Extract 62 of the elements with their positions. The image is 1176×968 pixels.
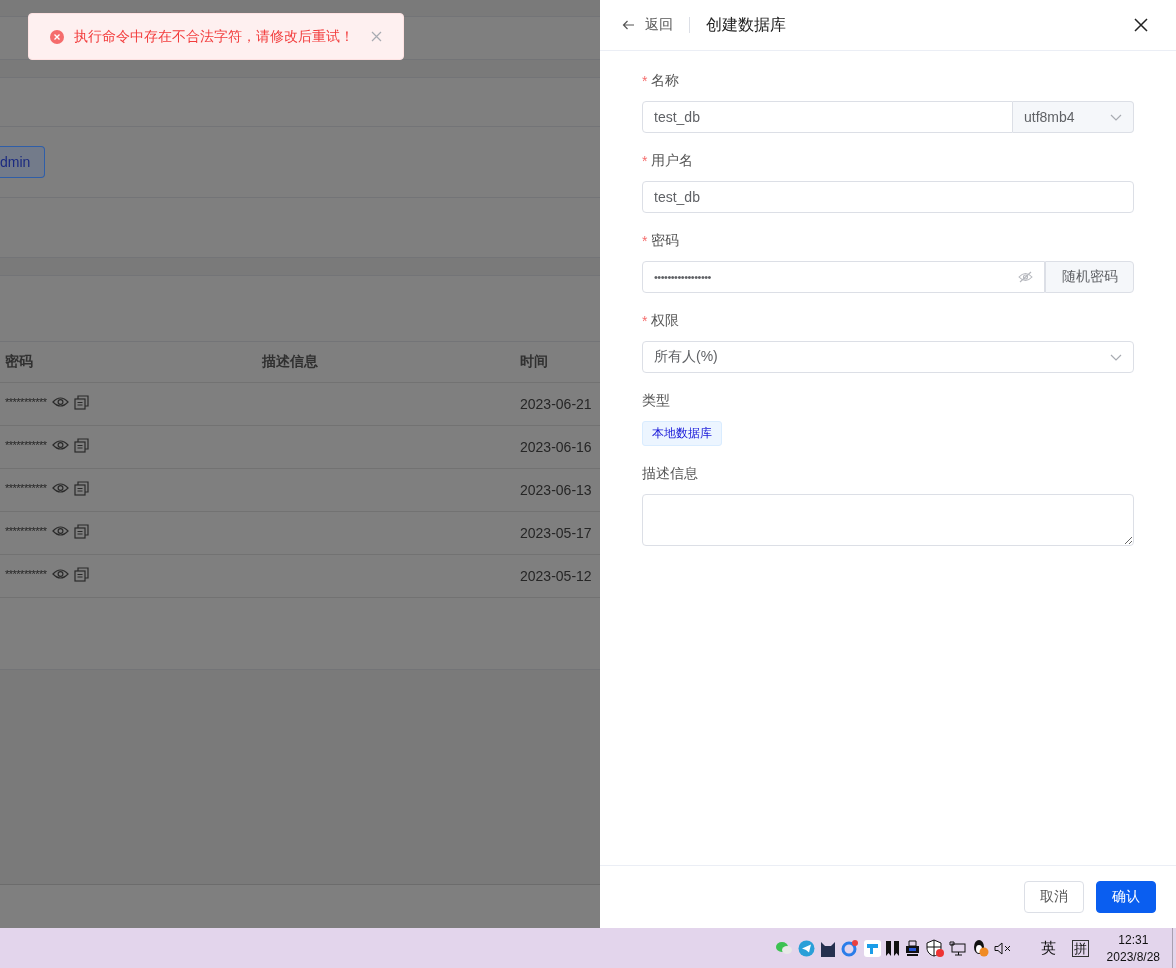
table-cell: *********** (5, 439, 47, 451)
required-mark: * (642, 313, 648, 329)
required-mark: * (642, 233, 648, 249)
table-cell: *********** (5, 396, 47, 408)
confirm-button[interactable]: 确认 (1096, 881, 1156, 913)
permission-select[interactable]: 所有人(%) (642, 341, 1134, 373)
monitor-icon[interactable] (948, 940, 966, 956)
shield-icon[interactable] (925, 939, 944, 957)
language-indicator[interactable]: 英 (1040, 938, 1056, 958)
copy-icon[interactable] (73, 566, 89, 582)
input-mode-indicator[interactable]: 拼 (1071, 939, 1089, 957)
field-label: 描述信息 (642, 465, 698, 483)
required-mark: * (642, 73, 648, 89)
bookmark-icon[interactable] (885, 940, 899, 956)
copy-icon[interactable] (73, 480, 89, 496)
eye-icon[interactable] (51, 568, 69, 580)
eye-icon[interactable] (51, 482, 69, 494)
eye-icon[interactable] (51, 525, 69, 537)
field-label: 密码 (651, 232, 680, 250)
cat-icon[interactable] (819, 939, 836, 957)
toast-message: 执行命令中存在不合法字符，请修改后重试！ (74, 27, 355, 46)
password-field[interactable]: ••••••••••••••••• (642, 261, 1045, 293)
eye-icon[interactable] (51, 439, 69, 451)
table-cell-text: 2023-06-16 (519, 439, 592, 455)
eye-off-icon[interactable] (1018, 271, 1033, 283)
field-label: 类型 (642, 392, 670, 410)
speaker-muted-icon[interactable] (993, 941, 1011, 955)
error-icon (50, 29, 64, 44)
printer-icon[interactable] (903, 939, 921, 957)
charset-select[interactable]: utf8mb4 (1013, 101, 1134, 133)
table-cell: *********** (5, 482, 47, 494)
column-header: 时间 (520, 353, 548, 371)
eye-icon[interactable] (51, 396, 69, 408)
copy-icon[interactable] (73, 394, 89, 410)
description-field[interactable] (642, 494, 1134, 546)
cancel-button[interactable]: 取消 (1024, 881, 1084, 913)
table-cell-text: 2023-06-21 (519, 396, 592, 412)
table-cell-text: 2023-05-17 (519, 525, 592, 541)
type-tag: 本地数据库 (642, 421, 722, 446)
table-cell-text: 2023-06-13 (519, 482, 592, 498)
caret-icon (1110, 113, 1122, 121)
close-icon[interactable] (1134, 18, 1148, 32)
field-label: 名称 (651, 72, 680, 90)
field-label: 权限 (651, 312, 680, 330)
back-arrow-icon (622, 20, 635, 30)
field-label: 用户名 (651, 152, 694, 170)
column-header: 描述信息 (262, 353, 319, 371)
text-field[interactable]: test_db (642, 101, 1013, 133)
text-field[interactable]: test_db (642, 181, 1134, 213)
copy-icon[interactable] (73, 523, 89, 539)
drawer-title: 创建数据库 (706, 14, 787, 35)
caret-icon (1110, 353, 1122, 361)
clock-time[interactable]: 12:31 (1118, 932, 1149, 947)
table-cell-text: 2023-05-12 (519, 568, 592, 584)
copy-icon[interactable] (73, 437, 89, 453)
required-mark: * (642, 153, 648, 169)
column-header: 密码 (4, 353, 34, 371)
table-cell: *********** (5, 525, 47, 537)
table-cell: *********** (5, 568, 47, 580)
random-password-button[interactable]: 随机密码 (1045, 261, 1134, 293)
back-button[interactable]: 返回 (622, 16, 673, 34)
clock-date[interactable]: 2023/8/28 (1106, 949, 1160, 964)
